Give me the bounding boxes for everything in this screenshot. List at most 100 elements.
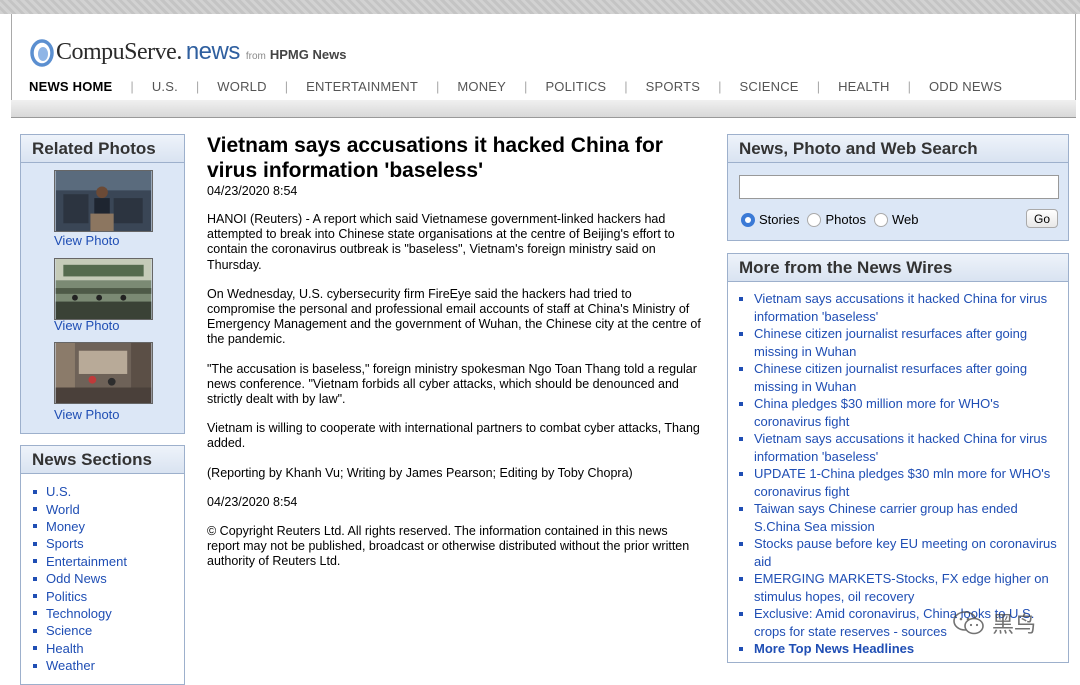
news-sections-panel: News Sections U.S. World Money Sports En… — [20, 445, 185, 685]
section-link[interactable]: Politics — [33, 587, 184, 604]
wire-headline-link[interactable]: Taiwan says Chinese carrier group has en… — [739, 500, 1058, 535]
watermark: 黑鸟 — [952, 607, 1036, 639]
radio-web[interactable] — [873, 212, 888, 227]
photo-thumbnail-3[interactable] — [54, 342, 153, 409]
bullet-icon — [33, 646, 37, 651]
bullet-icon — [33, 576, 37, 581]
section-link[interactable]: Health — [33, 640, 184, 657]
nav-separator: | — [130, 79, 134, 94]
news-wires-list: Vietnam says accusations it hacked China… — [728, 282, 1068, 658]
section-link[interactable]: Weather — [33, 657, 184, 674]
article: Vietnam says accusations it hacked China… — [207, 134, 702, 570]
article-paragraph: On Wednesday, U.S. cybersecurity firm Fi… — [207, 286, 701, 347]
nav-news-home[interactable]: NEWS HOME — [29, 79, 112, 94]
article-footer-timestamp: 04/23/2020 8:54 — [207, 494, 298, 509]
bullet-icon — [33, 663, 37, 668]
bullet-icon — [739, 577, 743, 581]
wechat-icon — [953, 611, 984, 635]
nav-entertainment[interactable]: ENTERTAINMENT — [306, 79, 418, 94]
section-link[interactable]: World — [33, 500, 184, 517]
nav-world[interactable]: WORLD — [217, 79, 266, 94]
site-logo[interactable]: CompuServe. news from HPMG News — [30, 30, 347, 67]
bullet-icon — [739, 402, 743, 406]
article-timestamp: 04/23/2020 8:54 — [207, 184, 298, 198]
compuserve-swirl-icon — [30, 36, 54, 67]
bullet-icon — [739, 367, 743, 371]
nav-health[interactable]: HEALTH — [838, 79, 890, 94]
wire-headline-link[interactable]: Stocks pause before key EU meeting on co… — [739, 535, 1058, 570]
bullet-icon — [33, 507, 37, 512]
article-paragraph: Vietnam is willing to cooperate with int… — [207, 421, 700, 451]
search-panel: News, Photo and Web Search Stories Photo… — [727, 134, 1069, 241]
related-photos-title: Related Photos — [21, 135, 184, 163]
logo-from: from — [245, 51, 266, 62]
photo-thumbnail-1[interactable] — [54, 170, 153, 237]
news-wires-title: More from the News Wires — [728, 254, 1068, 282]
bullet-icon — [33, 559, 37, 564]
wire-headline-link[interactable]: Vietnam says accusations it hacked China… — [739, 290, 1058, 325]
top-strip — [0, 0, 1080, 14]
radio-photos-label[interactable]: Photos — [825, 212, 865, 227]
related-photos-panel: Related Photos View Photo View Photo Vie… — [20, 134, 185, 434]
nav-us[interactable]: U.S. — [152, 79, 178, 94]
bullet-icon — [739, 472, 743, 476]
nav-separator: | — [284, 79, 289, 94]
bullet-icon — [739, 437, 743, 441]
section-link[interactable]: Sports — [33, 535, 184, 552]
search-scope-options: Stories Photos Web — [741, 212, 926, 227]
wire-headline-link[interactable]: EMERGING MARKETS-Stocks, FX edge higher … — [739, 570, 1058, 605]
search-title: News, Photo and Web Search — [728, 135, 1068, 163]
section-link[interactable]: U.S. — [33, 483, 184, 500]
bullet-icon — [739, 647, 743, 651]
photo-thumbnail-2[interactable] — [54, 258, 153, 325]
news-sections-list: U.S. World Money Sports Entertainment Od… — [21, 474, 184, 674]
bullet-icon — [739, 612, 743, 616]
wire-headline-link[interactable]: UPDATE 1-China pledges $30 mln more for … — [739, 465, 1058, 500]
wire-headline-link[interactable]: China pledges $30 million more for WHO's… — [739, 395, 1058, 430]
nav-politics[interactable]: POLITICS — [545, 79, 606, 94]
bullet-icon — [739, 507, 743, 511]
wire-headline-link[interactable]: Chinese citizen journalist resurfaces af… — [739, 360, 1058, 395]
search-go-button[interactable]: Go — [1026, 209, 1058, 228]
bullet-icon — [33, 594, 37, 599]
street-scene-photo — [54, 342, 153, 404]
nav-separator: | — [816, 79, 821, 94]
wire-headline-link[interactable]: Vietnam says accusations it hacked China… — [739, 430, 1058, 465]
nav-separator: | — [435, 79, 440, 94]
more-top-news-link[interactable]: More Top News Headlines — [739, 640, 1058, 658]
logo-hpmg: HPMG News — [269, 47, 347, 62]
speaker-podium-photo — [54, 170, 153, 232]
news-wires-panel: More from the News Wires Vietnam says ac… — [727, 253, 1069, 663]
article-paragraph: "The accusation is baseless," foreign mi… — [207, 361, 697, 407]
section-link[interactable]: Science — [33, 622, 184, 639]
nav-money[interactable]: MONEY — [457, 79, 506, 94]
wire-headline-link[interactable]: Chinese citizen journalist resurfaces af… — [739, 325, 1058, 360]
section-link[interactable]: Technology — [33, 605, 184, 622]
radio-stories[interactable] — [741, 212, 755, 227]
news-sections-title: News Sections — [21, 446, 184, 474]
nav-separator: | — [907, 79, 911, 94]
nav-sports[interactable]: SPORTS — [646, 79, 700, 94]
logo-compuserve: CompuServe. — [56, 39, 182, 65]
radio-web-label[interactable]: Web — [892, 212, 919, 227]
article-headline: Vietnam says accusations it hacked China… — [207, 134, 663, 182]
bullet-icon — [33, 489, 37, 494]
section-link[interactable]: Entertainment — [33, 553, 184, 570]
view-photo-link-2[interactable]: View Photo — [54, 318, 120, 333]
logo-news: news — [185, 38, 241, 65]
bullet-icon — [33, 628, 37, 633]
radio-stories-label[interactable]: Stories — [759, 212, 799, 227]
nav-separator: | — [718, 79, 722, 94]
nav-odd-news[interactable]: ODD NEWS — [929, 79, 1002, 94]
section-link[interactable]: Money — [33, 518, 184, 535]
radio-photos[interactable] — [807, 212, 822, 227]
view-photo-link-1[interactable]: View Photo — [54, 233, 120, 248]
view-photo-link-3[interactable]: View Photo — [54, 407, 120, 422]
bullet-icon — [33, 524, 37, 529]
section-link[interactable]: Odd News — [33, 570, 184, 587]
main-nav: NEWS HOME | U.S. | WORLD | ENTERTAINMENT… — [29, 79, 1002, 94]
search-input[interactable] — [739, 175, 1059, 199]
nav-separator: | — [624, 79, 628, 94]
nav-science[interactable]: SCIENCE — [739, 79, 798, 94]
article-paragraph: HANOI (Reuters) - A report which said Vi… — [207, 212, 675, 272]
